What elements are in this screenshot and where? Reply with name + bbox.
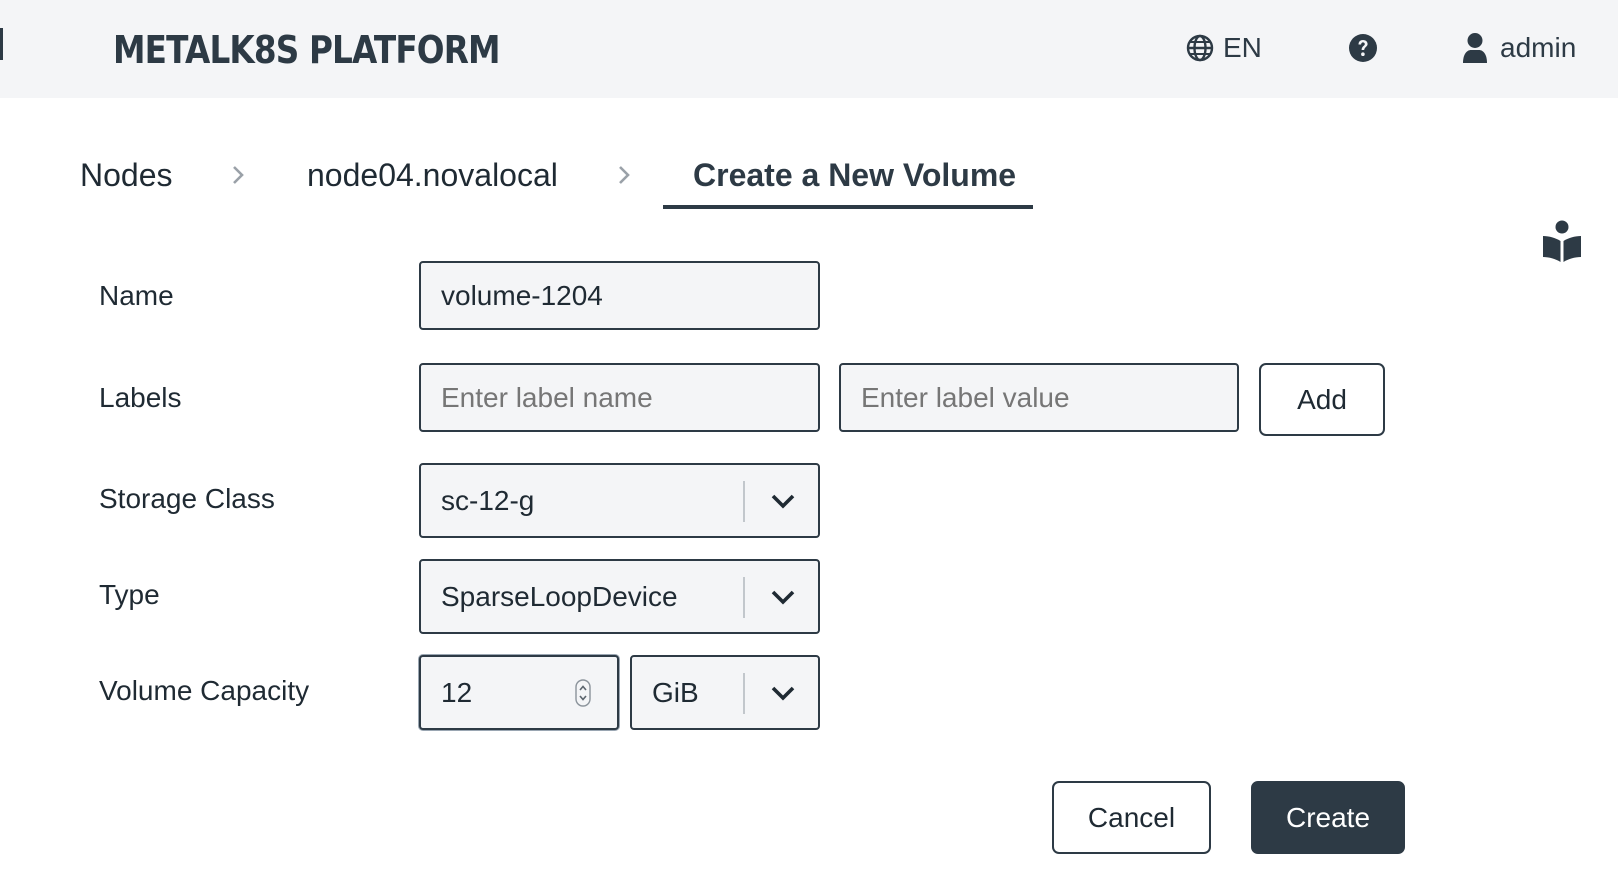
top-navbar: METALK8S PLATFORM EN admin [0,0,1618,98]
breadcrumb-item-node[interactable]: node04.novalocal [307,152,558,198]
capacity-unit-select[interactable]: GiB [630,655,820,730]
storage-class-select[interactable]: sc-12-g [419,463,820,538]
label-value-field[interactable] [839,363,1239,432]
breadcrumb-item-nodes[interactable]: Nodes [80,152,173,198]
name-field[interactable] [419,261,820,330]
sidebar-toggle-edge[interactable] [0,28,3,60]
select-separator [743,481,745,522]
globe-icon [1186,34,1214,62]
storage-class-label: Storage Class [99,483,275,514]
user-icon [1463,33,1487,63]
add-label-button[interactable]: Add [1259,363,1385,436]
app-brand[interactable]: METALK8S PLATFORM [113,26,501,74]
name-label: Name [99,280,174,311]
label-value-input[interactable] [841,365,1237,430]
cancel-button[interactable]: Cancel [1052,781,1211,854]
breadcrumb-active-underline [663,205,1033,209]
number-spinner-icon[interactable] [575,679,591,707]
chevron-down-icon[interactable] [770,489,796,513]
storage-class-value: sc-12-g [441,485,535,516]
breadcrumb-item-current: Create a New Volume [693,157,1017,193]
name-input[interactable] [421,263,818,328]
select-separator [743,577,745,618]
capacity-unit-value: GiB [652,677,699,708]
type-label: Type [99,579,160,610]
select-separator [743,673,745,714]
create-button[interactable]: Create [1251,781,1405,854]
chevron-down-icon[interactable] [770,681,796,705]
book-reader-icon[interactable] [1542,220,1582,262]
chevron-right-icon [619,166,630,184]
language-selector[interactable]: EN [1186,30,1262,66]
label-name-field[interactable] [419,363,820,432]
capacity-field[interactable] [419,655,619,730]
chevron-right-icon [233,166,244,184]
chevron-down-icon[interactable] [770,585,796,609]
label-name-input[interactable] [421,365,818,430]
user-menu[interactable]: admin [1462,28,1576,68]
volume-capacity-label: Volume Capacity [99,675,310,706]
question-circle-icon[interactable] [1348,33,1378,63]
type-value: SparseLoopDevice [441,581,678,612]
labels-label: Labels [99,382,182,413]
user-name: admin [1500,32,1577,63]
type-select[interactable]: SparseLoopDevice [419,559,820,634]
language-label: EN [1223,32,1262,63]
